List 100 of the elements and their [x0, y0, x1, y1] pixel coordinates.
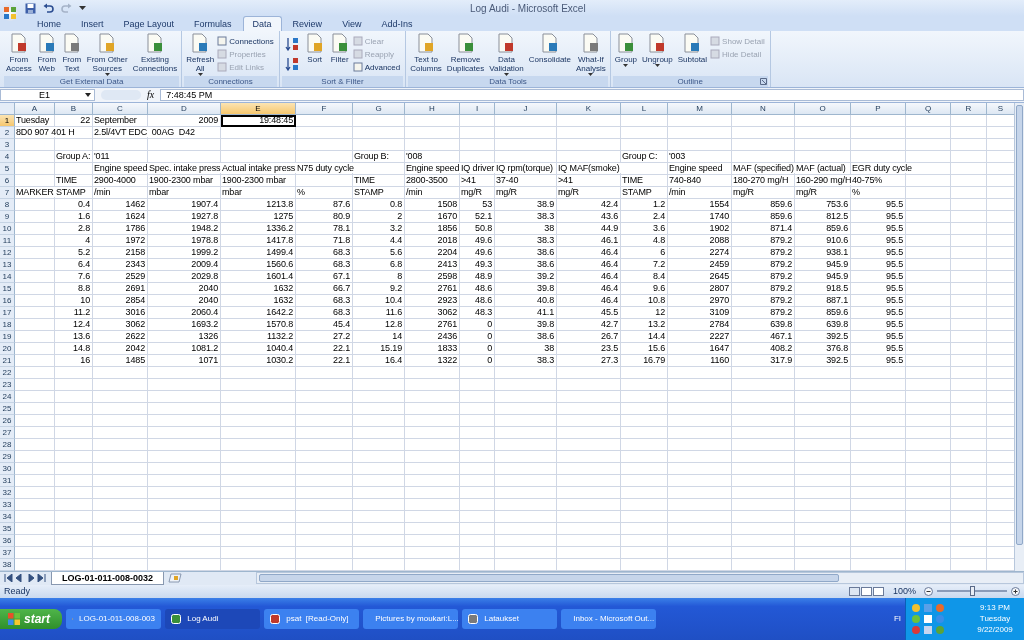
formula-field[interactable]: 7:48:45 PM — [160, 88, 1024, 101]
ribbon-tab[interactable]: Data — [242, 16, 282, 31]
taskbar-button[interactable]: psat [Read-Only] — [264, 609, 359, 629]
cell-text: mg/R — [460, 187, 483, 198]
ribbon-button[interactable]: Advanced — [352, 61, 404, 73]
ribbon-button[interactable]: From Access — [4, 33, 34, 73]
ribbon-tab[interactable]: Page Layout — [114, 16, 184, 31]
ribbon-tab[interactable]: Add-Ins — [372, 16, 422, 31]
cell-text: 2413 — [437, 259, 458, 270]
cell-text: 0 — [487, 343, 493, 354]
cell-text: /min — [93, 187, 112, 198]
taskbar-button[interactable]: Pictures by moukari:L... — [363, 609, 458, 629]
cell-text: 2598 — [437, 271, 458, 282]
ribbon-button[interactable]: From Text — [59, 33, 84, 73]
view-buttons-icon[interactable] — [848, 586, 885, 596]
clock-text: 9:13 PM — [980, 602, 1010, 614]
cell-text: 38.6 — [537, 259, 555, 270]
ribbon-button[interactable]: Ungroup — [640, 33, 675, 67]
cell-text: 46.4 — [601, 295, 619, 306]
ribbon-button[interactable]: Subtotal — [675, 33, 710, 64]
taskbar-button[interactable]: LOG-01-011-008-003 — [66, 609, 161, 629]
ribbon-button[interactable]: Text to Columns — [408, 33, 444, 73]
cell-text: 48.6 — [475, 283, 493, 294]
cell-text: 879.2 — [770, 295, 793, 306]
ribbon-button[interactable]: Remove Duplicates — [444, 33, 487, 73]
ribbon-button[interactable]: Filter — [327, 33, 352, 64]
caret-icon[interactable] — [79, 5, 86, 11]
ribbon-button[interactable]: Existing Connections — [130, 33, 180, 73]
cell-text: 43.6 — [601, 211, 619, 222]
zoom-out-icon[interactable] — [924, 586, 933, 596]
cell-text: 26.7 — [601, 331, 619, 342]
cell-text: 879.2 — [770, 271, 793, 282]
caret-icon — [654, 64, 660, 67]
cell-text: 2459 — [709, 259, 730, 270]
ribbon-tab[interactable]: Formulas — [185, 16, 241, 31]
cell-text: 180-270 mg/H — [732, 175, 790, 186]
ribbon-button[interactable]: Data Validation — [487, 33, 526, 76]
cell-text: 14.8 — [73, 343, 91, 354]
active-cell[interactable]: 19:48:45 — [221, 114, 296, 127]
cell-text: 1972 — [125, 235, 146, 246]
zoom-slider-thumb[interactable] — [970, 586, 975, 597]
cell-text: 53 — [482, 199, 493, 210]
cell-text: 95.5 — [886, 295, 904, 306]
horizontal-scrollbar[interactable] — [256, 572, 1024, 585]
ribbon-button[interactable]: From Other Sources — [84, 33, 130, 76]
sheet-navigation-icon[interactable] — [3, 574, 47, 583]
name-box[interactable]: E1 — [0, 88, 95, 101]
language-indicator[interactable]: FI — [893, 614, 901, 624]
dialog-launcher-icon[interactable] — [759, 78, 767, 85]
ribbon-button[interactable]: Sort — [302, 33, 327, 64]
cell-text: TIME — [55, 175, 78, 186]
cell-text: 1570.8 — [266, 319, 294, 330]
ribbon-button[interactable]: From Web — [34, 33, 59, 73]
ribbon-button[interactable]: Consolidate — [526, 33, 573, 64]
cell-text: 2029.8 — [191, 271, 219, 282]
cell-text: 38.3 — [537, 211, 555, 222]
ribbon-tab[interactable]: Insert — [72, 16, 113, 31]
document-icon — [217, 36, 228, 46]
undo-icon[interactable] — [43, 2, 54, 14]
taskbar-button[interactable]: Lataukset — [462, 609, 557, 629]
zoom-level[interactable]: 100% — [892, 586, 916, 597]
ribbon-tab[interactable]: Review — [283, 16, 332, 31]
cell-text: 1322 — [437, 355, 458, 366]
cell-text: 7.6 — [77, 271, 91, 282]
cell-text: 0 — [487, 319, 493, 330]
cell-text: 2900-4000 — [93, 175, 137, 186]
document-icon — [352, 36, 363, 46]
cell-text: IQ MAF(smoke) — [557, 163, 621, 174]
cell-text: 5.2 — [77, 247, 91, 258]
cell-text: 50.8 — [475, 223, 493, 234]
ribbon-button[interactable]: Refresh All — [184, 33, 217, 76]
cell-text: 938.1 — [826, 247, 849, 258]
cell-text: 11.2 — [73, 307, 91, 318]
cell-text: 95.5 — [886, 343, 904, 354]
cell-text: 8 — [397, 271, 403, 282]
document-icon — [8, 33, 29, 53]
taskbar-button[interactable]: Log Audi — [165, 609, 260, 629]
function-label[interactable]: fx — [147, 89, 155, 101]
clock-text: Tuesday — [979, 613, 1011, 625]
sort-ascending-icon[interactable] — [284, 37, 299, 51]
zoom-in-icon[interactable] — [1011, 586, 1020, 596]
ribbon-button[interactable]: What-If Analysis — [574, 33, 608, 76]
sort-descending-icon[interactable] — [284, 57, 299, 71]
cell-text: IQ driver — [460, 163, 496, 174]
cell-text: 2040 — [198, 283, 219, 294]
taskbar-button[interactable]: Inbox - Microsoft Out... — [561, 609, 656, 629]
ribbon-button[interactable]: Connections — [217, 35, 277, 47]
ribbon-button[interactable]: Group — [612, 33, 640, 67]
ribbon-tab[interactable]: Home — [28, 16, 70, 31]
save-icon[interactable] — [25, 2, 36, 14]
cell-text: 2854 — [125, 295, 146, 306]
cell-text: 2204 — [437, 247, 458, 258]
cell-text: 49.3 — [475, 259, 493, 270]
cell-text: 3062 — [437, 307, 458, 318]
cell-text: 639.8 — [770, 319, 793, 330]
sheet-tab[interactable]: LOG-01-011-008-0032 — [51, 571, 165, 585]
ribbon-tab[interactable]: View — [333, 16, 371, 31]
office-button[interactable] — [2, 5, 18, 21]
vertical-scrollbar[interactable] — [1014, 102, 1024, 571]
cell-text: 1740 — [709, 211, 730, 222]
